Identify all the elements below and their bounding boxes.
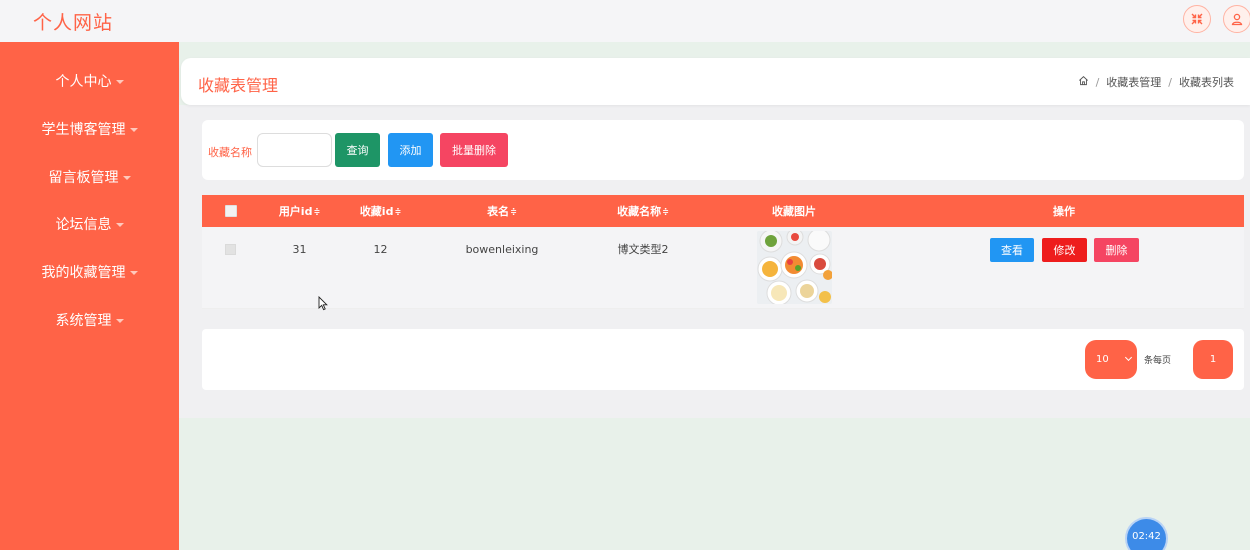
sidebar-item-system[interactable]: 系统管理 — [0, 305, 179, 335]
user-icon[interactable] — [1223, 5, 1250, 33]
collect-image[interactable] — [757, 231, 832, 304]
search-form: 收藏名称 查询 添加 批量删除 — [202, 120, 1244, 180]
sidebar-item-label: 我的收藏管理 — [41, 265, 126, 281]
column-header-collect-name[interactable]: 收藏名称 ≑ — [593, 195, 693, 227]
delete-button[interactable]: 删除 — [1094, 238, 1139, 262]
sidebar-item-label: 留言板管理 — [48, 170, 119, 186]
column-header-user-id[interactable]: 用户id ≑ — [262, 195, 337, 227]
breadcrumb-item[interactable]: 收藏表管理 — [1106, 74, 1161, 90]
table-row: 31 12 bowenleixing 博文类型2 查看 修改 删除 — [202, 227, 1244, 309]
cell-table-name: bowenleixing — [465, 242, 539, 256]
batch-delete-button[interactable]: 批量删除 — [440, 133, 508, 167]
caret-down-icon — [129, 128, 138, 132]
page-number-button[interactable]: 1 — [1193, 340, 1233, 379]
top-bar: 个人网站 — [0, 0, 1250, 42]
page-size-select[interactable]: 10 — [1085, 340, 1137, 379]
cell-collect-name: 博文类型2 — [617, 243, 669, 256]
pagination: 10 条每页 1 — [202, 329, 1244, 390]
sidebar-item-label: 学生博客管理 — [41, 122, 126, 138]
mouse-cursor-icon — [318, 295, 328, 314]
caret-down-icon — [129, 271, 138, 275]
add-button[interactable]: 添加 — [388, 133, 433, 167]
edit-button[interactable]: 修改 — [1042, 238, 1087, 262]
cell-user-id: 31 — [292, 242, 307, 256]
sidebar: 个人中心 学生博客管理 留言板管理 论坛信息 我的收藏管理 系统管理 — [0, 42, 179, 550]
sidebar-item-label: 论坛信息 — [55, 217, 112, 233]
search-label: 收藏名称 — [208, 146, 252, 159]
home-icon[interactable] — [1078, 75, 1089, 89]
search-input[interactable] — [257, 133, 332, 167]
caret-down-icon — [115, 319, 124, 323]
per-page-label: 条每页 — [1144, 356, 1172, 366]
breadcrumb-separator: / — [1095, 75, 1100, 89]
sidebar-item-label: 系统管理 — [55, 313, 112, 329]
sort-icon: ≑ — [510, 206, 517, 216]
sidebar-item-personal-center[interactable]: 个人中心 — [0, 66, 179, 96]
data-table: 用户id ≑ 收藏id ≑ 表名 ≑ 收藏名称 ≑ 收藏图片 操作 31 12 bowe… — [202, 195, 1244, 309]
chevron-down-icon — [1124, 353, 1133, 362]
site-title: 个人网站 — [33, 12, 114, 34]
fullscreen-exit-icon[interactable] — [1183, 5, 1211, 33]
caret-down-icon — [115, 80, 124, 84]
view-button[interactable]: 查看 — [990, 238, 1034, 262]
sidebar-item-student-blog[interactable]: 学生博客管理 — [0, 114, 179, 144]
row-checkbox[interactable] — [225, 244, 236, 255]
column-header-table-name[interactable]: 表名 ≑ — [452, 195, 552, 227]
table-header: 用户id ≑ 收藏id ≑ 表名 ≑ 收藏名称 ≑ 收藏图片 操作 — [202, 195, 1244, 227]
sidebar-item-forum[interactable]: 论坛信息 — [0, 209, 179, 239]
caret-down-icon — [115, 223, 124, 227]
breadcrumb-separator: / — [1168, 75, 1172, 89]
sidebar-item-label: 个人中心 — [55, 74, 112, 90]
sort-icon: ≑ — [394, 206, 402, 216]
column-header-collect-id[interactable]: 收藏id ≑ — [343, 195, 418, 227]
recording-timer[interactable]: 02:42 — [1127, 519, 1166, 550]
sort-icon: ≑ — [313, 206, 321, 216]
sort-icon: ≑ — [662, 206, 669, 216]
select-all-checkbox[interactable] — [225, 205, 237, 217]
cell-collect-id: 12 — [373, 242, 388, 256]
column-header-collect-image: 收藏图片 — [772, 205, 816, 218]
sidebar-item-my-favorites[interactable]: 我的收藏管理 — [0, 257, 179, 287]
breadcrumb-item: 收藏表列表 — [1179, 76, 1234, 89]
page-title: 收藏表管理 — [198, 76, 279, 95]
query-button[interactable]: 查询 — [335, 133, 380, 167]
breadcrumb: / 收藏表管理 / 收藏表列表 — [1078, 74, 1234, 90]
page-size-value: 10 — [1096, 354, 1109, 365]
sidebar-item-message-board[interactable]: 留言板管理 — [0, 162, 179, 192]
column-header-actions: 操作 — [1053, 205, 1075, 218]
page-header: 收藏表管理 / 收藏表管理 / 收藏表列表 — [181, 58, 1250, 105]
caret-down-icon — [122, 176, 131, 180]
